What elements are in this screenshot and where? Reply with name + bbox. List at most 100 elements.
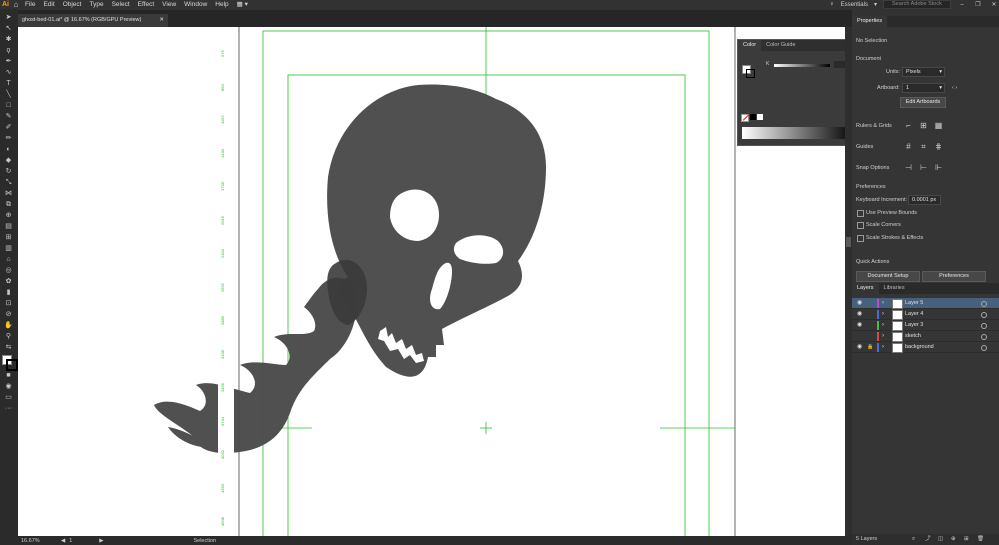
scale-strokes-checkbox[interactable] bbox=[857, 235, 864, 242]
line-tool-icon[interactable]: ╲ bbox=[3, 90, 14, 99]
screen-mode-icon[interactable]: ▭ bbox=[3, 393, 14, 402]
tab-color[interactable]: Color bbox=[738, 40, 762, 51]
scale-corners-checkbox[interactable] bbox=[857, 222, 864, 229]
maximize-icon[interactable]: ❐ bbox=[973, 1, 983, 8]
direct-selection-icon[interactable]: ↖ bbox=[3, 24, 14, 33]
layer-name[interactable]: Layer 4 bbox=[905, 309, 923, 320]
lightbulb-icon[interactable]: ♀ bbox=[829, 1, 834, 8]
locate-object-icon[interactable]: ⌕ bbox=[912, 534, 915, 545]
keyboard-increment-field[interactable]: 0.0001 px bbox=[908, 195, 941, 205]
ruler-icon[interactable]: ⌐ bbox=[904, 121, 913, 130]
menu-select[interactable]: Select bbox=[108, 0, 134, 9]
menu-window[interactable]: Window bbox=[180, 0, 211, 9]
blob-brush-icon[interactable]: ◐ bbox=[3, 145, 14, 154]
delete-layer-icon[interactable]: 🗑 bbox=[977, 534, 984, 545]
layer-name[interactable]: sketch bbox=[905, 331, 921, 342]
layer-row[interactable]: ◉ › Layer 3 bbox=[852, 320, 999, 331]
canvas[interactable] bbox=[18, 27, 845, 536]
black-swatch[interactable] bbox=[750, 114, 756, 120]
preferences-button[interactable]: Preferences bbox=[922, 271, 986, 282]
artboard-nav-icon[interactable]: ‹ › bbox=[952, 85, 957, 91]
layer-row[interactable]: ◉ › Layer 4 bbox=[852, 309, 999, 320]
visibility-eye-icon[interactable]: ◉ bbox=[857, 342, 862, 353]
units-select[interactable]: Pixels ▾ bbox=[902, 67, 945, 77]
stroke-swatch[interactable] bbox=[6, 359, 18, 371]
document-tab[interactable]: ghost-bed-01.ai* @ 16.67% (RGB/GPU Previ… bbox=[18, 14, 168, 27]
chevron-right-icon[interactable]: › bbox=[882, 320, 884, 331]
type-tool-icon[interactable]: T bbox=[3, 79, 14, 88]
use-preview-bounds-checkbox[interactable] bbox=[857, 210, 864, 217]
home-icon[interactable]: ⌂ bbox=[11, 0, 21, 9]
layer-name[interactable]: Layer 3 bbox=[905, 320, 923, 331]
target-icon[interactable] bbox=[981, 345, 987, 351]
chevron-right-icon[interactable]: › bbox=[882, 309, 884, 320]
grid-icon[interactable]: ⊞ bbox=[919, 121, 928, 130]
selection-tool-icon[interactable]: ➤ bbox=[3, 13, 14, 22]
menu-file[interactable]: File bbox=[21, 0, 39, 9]
pencil-icon[interactable]: ✏ bbox=[3, 134, 14, 143]
snap-point-icon[interactable]: ⊣ bbox=[904, 163, 913, 172]
scale-icon[interactable]: ⤡ bbox=[3, 178, 14, 187]
mesh-icon[interactable]: ⊞ bbox=[3, 233, 14, 242]
shape-builder-icon[interactable]: ⊕ bbox=[3, 211, 14, 220]
close-icon[interactable]: ✕ bbox=[989, 1, 999, 8]
column-graph-icon[interactable]: ▮ bbox=[3, 288, 14, 297]
none-swatch[interactable] bbox=[741, 114, 750, 122]
blend-icon[interactable]: ◎ bbox=[3, 266, 14, 275]
white-swatch[interactable] bbox=[757, 114, 763, 120]
color-mode-icon[interactable]: ■ bbox=[3, 371, 14, 380]
layer-row[interactable]: › sketch bbox=[852, 331, 999, 342]
snap-grid-icon[interactable]: ⊢ bbox=[919, 163, 928, 172]
artboard-select[interactable]: 1 ▾ bbox=[902, 83, 945, 93]
zoom-tool-icon[interactable]: ⚲ bbox=[3, 332, 14, 341]
tab-color-guide[interactable]: Color Guide bbox=[761, 40, 800, 51]
lock-guides-icon[interactable]: ⌗ bbox=[919, 142, 928, 151]
clipping-mask-icon[interactable]: ◫ bbox=[938, 534, 943, 545]
k-slider[interactable] bbox=[774, 64, 830, 67]
visibility-eye-icon[interactable]: ◉ bbox=[857, 298, 862, 309]
target-icon[interactable] bbox=[981, 301, 987, 307]
menu-type[interactable]: Type bbox=[85, 0, 107, 9]
chevron-right-icon[interactable]: › bbox=[882, 298, 884, 309]
lasso-icon[interactable]: ϙ bbox=[3, 46, 14, 55]
free-transform-icon[interactable]: ⧉ bbox=[3, 200, 14, 209]
chevron-right-icon[interactable]: › bbox=[882, 331, 884, 342]
new-layer-icon[interactable]: ⊞ bbox=[964, 534, 969, 545]
workspace-switcher[interactable]: Essentials bbox=[841, 2, 868, 8]
artboard-tool-icon[interactable]: ⊡ bbox=[3, 299, 14, 308]
chevron-right-icon[interactable]: › bbox=[882, 342, 884, 353]
pixel-grid-icon[interactable]: ▦ bbox=[934, 121, 943, 130]
tab-close-icon[interactable]: ✕ bbox=[159, 14, 164, 27]
visibility-eye-icon[interactable]: ◉ bbox=[857, 309, 862, 320]
magic-wand-icon[interactable]: ✱ bbox=[3, 35, 14, 44]
shaper-icon[interactable]: ✐ bbox=[3, 123, 14, 132]
menu-object[interactable]: Object bbox=[59, 0, 86, 9]
stroke-swatch[interactable] bbox=[746, 69, 755, 78]
export-icon[interactable]: ⤴ bbox=[925, 534, 931, 545]
color-ramp[interactable] bbox=[742, 127, 855, 139]
symbol-sprayer-icon[interactable]: ✿ bbox=[3, 277, 14, 286]
layer-name[interactable]: background bbox=[905, 342, 934, 353]
document-setup-button[interactable]: Document Setup bbox=[856, 271, 920, 282]
gradient-icon[interactable]: ▥ bbox=[3, 244, 14, 253]
target-icon[interactable] bbox=[981, 334, 987, 340]
perspective-grid-icon[interactable]: ▤ bbox=[3, 222, 14, 231]
layer-name[interactable]: Layer 5 bbox=[905, 298, 923, 309]
zoom-level[interactable]: 16.67% bbox=[18, 538, 61, 544]
tab-layers[interactable]: Layers bbox=[852, 283, 879, 294]
layer-row[interactable]: ◉ › Layer 5 bbox=[852, 298, 999, 309]
show-guides-icon[interactable]: # bbox=[904, 142, 913, 151]
hand-tool-icon[interactable]: ✋ bbox=[3, 321, 14, 330]
arrange-documents-icon[interactable]: ▦ ▾ bbox=[233, 0, 252, 9]
tab-properties[interactable]: Properties bbox=[852, 16, 888, 27]
eyedropper-icon[interactable]: ⌂ bbox=[3, 255, 14, 264]
menu-view[interactable]: View bbox=[158, 0, 180, 9]
curvature-icon[interactable]: ∿ bbox=[3, 68, 14, 77]
rotate-icon[interactable]: ↻ bbox=[3, 167, 14, 176]
slice-icon[interactable]: ⊘ bbox=[3, 310, 14, 319]
new-sublayer-icon[interactable]: ⊕ bbox=[951, 534, 956, 545]
width-tool-icon[interactable]: ⋈ bbox=[3, 189, 14, 198]
eraser-icon[interactable]: ◆ bbox=[3, 156, 14, 165]
rectangle-tool-icon[interactable]: □ bbox=[3, 101, 14, 110]
menu-effect[interactable]: Effect bbox=[134, 0, 159, 9]
